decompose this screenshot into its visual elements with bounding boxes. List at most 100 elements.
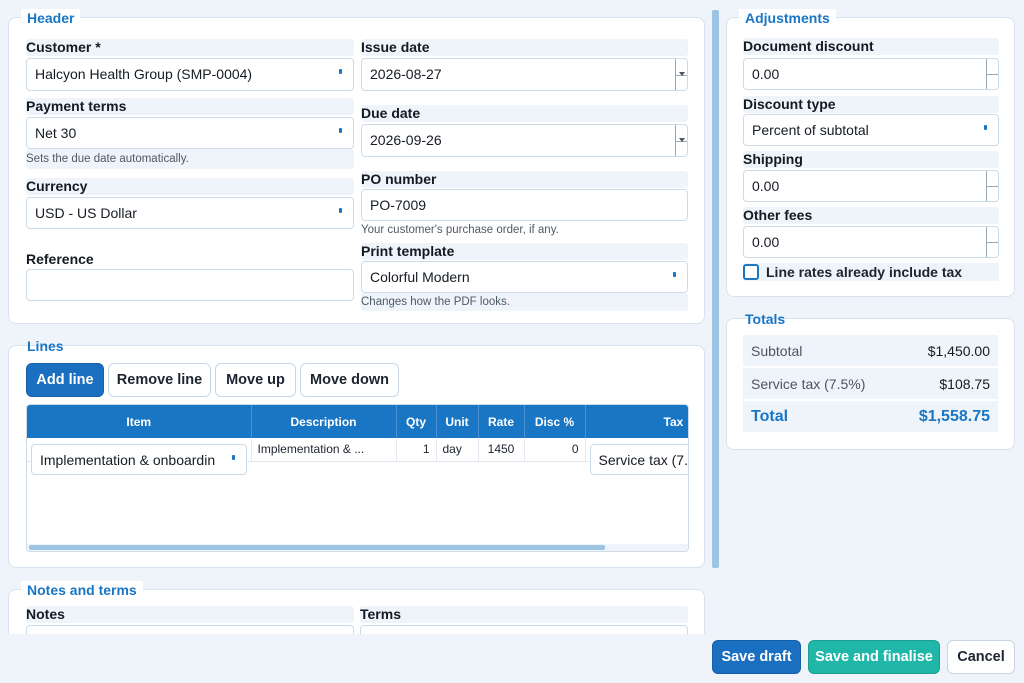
document-discount-value: 0.00 bbox=[752, 66, 780, 82]
select-indicator-icon bbox=[673, 272, 676, 277]
tax-inclusive-checkbox[interactable] bbox=[743, 264, 759, 280]
cell-description[interactable]: Implementation & ... bbox=[251, 438, 397, 462]
issue-date-field: Issue date 2026-08-27 bbox=[361, 39, 688, 91]
currency-field: Currency USD - US Dollar bbox=[26, 178, 354, 230]
tax-select[interactable]: Service tax (7. bbox=[589, 444, 688, 475]
tax-inclusive-label: Line rates already include tax bbox=[766, 264, 963, 280]
cell-qty[interactable]: 1 bbox=[396, 438, 437, 462]
subtotal-row: Subtotal $1,450.00 bbox=[743, 335, 998, 366]
column-header-description[interactable]: Description bbox=[251, 405, 397, 438]
customer-select[interactable]: Halcyon Health Group (SMP-0004) bbox=[26, 58, 354, 91]
vertical-scrollbar[interactable] bbox=[712, 10, 719, 568]
notes-label: Notes bbox=[26, 606, 65, 622]
cell-unit[interactable]: day bbox=[436, 438, 479, 462]
tax-inclusive-row[interactable]: Line rates already include tax bbox=[743, 263, 999, 281]
other-fees-input[interactable]: 0.00 bbox=[743, 226, 999, 258]
cell-disc[interactable]: 0 bbox=[524, 438, 586, 462]
select-indicator-icon bbox=[231, 455, 235, 460]
lines-grid: Item Description Qty Unit Rate Disc % Ta… bbox=[26, 404, 689, 552]
adjustments-legend: Adjustments bbox=[739, 9, 836, 27]
cell-tax[interactable]: Service tax (7. bbox=[585, 438, 688, 475]
payment-terms-select[interactable]: Net 30 bbox=[26, 117, 354, 149]
item-value: Implementation & onboardin bbox=[40, 452, 216, 468]
currency-select[interactable]: USD - US Dollar bbox=[26, 197, 354, 229]
header-legend: Header bbox=[21, 9, 81, 27]
totals-section: Totals Subtotal $1,450.00 Service tax (7… bbox=[726, 311, 1015, 450]
reference-label: Reference bbox=[26, 251, 94, 267]
terms-label: Terms bbox=[360, 606, 401, 622]
item-select[interactable]: Implementation & onboardin bbox=[31, 444, 247, 475]
currency-value: USD - US Dollar bbox=[35, 205, 137, 221]
date-dropdown-icon[interactable] bbox=[675, 125, 687, 156]
lines-table: Item Description Qty Unit Rate Disc % Ta… bbox=[27, 405, 688, 475]
issue-date-input[interactable]: 2026-08-27 bbox=[361, 58, 688, 91]
grid-header-row: Item Description Qty Unit Rate Disc % Ta… bbox=[27, 405, 688, 438]
horizontal-scrollbar[interactable] bbox=[27, 544, 688, 551]
column-header-tax[interactable]: Tax bbox=[585, 405, 688, 438]
due-date-input[interactable]: 2026-09-26 bbox=[361, 124, 688, 157]
print-template-hint: Changes how the PDF looks. bbox=[361, 296, 510, 308]
column-header-disc[interactable]: Disc % bbox=[524, 405, 586, 438]
notes-legend: Notes and terms bbox=[21, 581, 143, 599]
other-fees-value: 0.00 bbox=[752, 234, 780, 250]
select-indicator-icon bbox=[339, 128, 342, 133]
shipping-input[interactable]: 0.00 bbox=[743, 170, 999, 202]
document-discount-input[interactable]: 0.00 bbox=[743, 58, 999, 90]
lines-legend: Lines bbox=[27, 338, 64, 354]
payment-terms-hint: Sets the due date automatically. bbox=[26, 153, 189, 165]
date-dropdown-icon[interactable] bbox=[675, 59, 687, 90]
other-fees-field: Other fees 0.00 bbox=[743, 207, 999, 259]
print-template-label: Print template bbox=[361, 243, 455, 259]
cell-rate[interactable]: 1450 bbox=[478, 438, 525, 462]
due-date-field: Due date 2026-09-26 bbox=[361, 105, 688, 157]
discount-type-field: Discount type Percent of subtotal bbox=[743, 96, 999, 146]
po-number-hint: Your customer's purchase order, if any. bbox=[361, 224, 559, 236]
issue-date-value: 2026-08-27 bbox=[370, 66, 442, 82]
cancel-button[interactable]: Cancel bbox=[947, 640, 1015, 674]
spinner-icon[interactable] bbox=[986, 59, 998, 89]
total-label: Total bbox=[751, 407, 789, 425]
table-row: Implementation & onboardin Implementatio… bbox=[27, 438, 688, 475]
print-template-value: Colorful Modern bbox=[370, 269, 470, 285]
tax-row: Service tax (7.5%) $108.75 bbox=[743, 368, 998, 399]
remove-line-button[interactable]: Remove line bbox=[108, 363, 211, 397]
tax-value: Service tax (7. bbox=[598, 452, 688, 468]
column-header-qty[interactable]: Qty bbox=[396, 405, 437, 438]
shipping-label: Shipping bbox=[743, 151, 803, 167]
po-number-field: PO number PO-7009 Your customer's purcha… bbox=[361, 171, 688, 239]
print-template-select[interactable]: Colorful Modern bbox=[361, 261, 688, 293]
add-line-button[interactable]: Add line bbox=[26, 363, 104, 397]
spinner-icon[interactable] bbox=[986, 171, 998, 201]
move-down-button[interactable]: Move down bbox=[300, 363, 399, 397]
totals-legend: Totals bbox=[745, 311, 786, 327]
lines-section: Lines Add line Remove line Move up Move … bbox=[8, 338, 705, 568]
tax-label: Service tax (7.5%) bbox=[751, 375, 866, 392]
discount-type-value: Percent of subtotal bbox=[752, 122, 869, 138]
save-finalise-button[interactable]: Save and finalise bbox=[808, 640, 940, 674]
po-number-input[interactable]: PO-7009 bbox=[361, 189, 688, 221]
column-header-unit[interactable]: Unit bbox=[436, 405, 479, 438]
payment-terms-field: Payment terms Net 30 Sets the due date a… bbox=[26, 98, 354, 169]
customer-field: Customer * Halcyon Health Group (SMP-000… bbox=[26, 39, 354, 91]
customer-value: Halcyon Health Group (SMP-0004) bbox=[35, 66, 253, 82]
spinner-icon[interactable] bbox=[986, 227, 998, 257]
column-header-item[interactable]: Item bbox=[27, 405, 252, 438]
discount-type-select[interactable]: Percent of subtotal bbox=[743, 114, 999, 146]
shipping-value: 0.00 bbox=[752, 178, 780, 194]
total-value: $1,558.75 bbox=[918, 407, 990, 425]
cell-item[interactable]: Implementation & onboardin bbox=[27, 438, 252, 475]
document-discount-field: Document discount 0.00 bbox=[743, 38, 999, 90]
discount-type-label: Discount type bbox=[743, 96, 836, 112]
move-up-button[interactable]: Move up bbox=[215, 363, 296, 397]
save-draft-button[interactable]: Save draft bbox=[712, 640, 801, 674]
other-fees-label: Other fees bbox=[743, 207, 813, 223]
due-date-label: Due date bbox=[361, 105, 421, 121]
shipping-field: Shipping 0.00 bbox=[743, 151, 999, 203]
currency-label: Currency bbox=[26, 178, 88, 194]
column-header-rate[interactable]: Rate bbox=[478, 405, 525, 438]
scrollbar-thumb[interactable] bbox=[29, 545, 605, 550]
reference-input[interactable] bbox=[26, 269, 354, 301]
customer-label: Customer * bbox=[26, 39, 101, 55]
due-date-value: 2026-09-26 bbox=[370, 132, 442, 148]
print-template-field: Print template Colorful Modern Changes h… bbox=[361, 243, 688, 311]
